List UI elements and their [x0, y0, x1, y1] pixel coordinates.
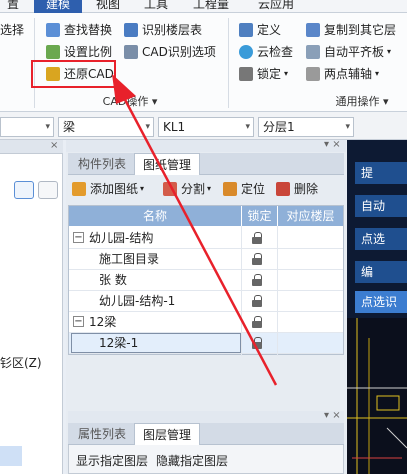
- tab-component-list[interactable]: 构件列表: [70, 153, 134, 175]
- menu-item-quantity[interactable]: 工程量: [186, 0, 236, 13]
- row-label: 张 数: [99, 273, 127, 287]
- menu-item-tools[interactable]: 工具: [138, 0, 174, 13]
- panel-top-bar: [66, 140, 346, 152]
- selection-outline: [71, 333, 241, 353]
- row-label: 12梁-1: [99, 336, 139, 350]
- cad-identify-options-button[interactable]: CAD识别选项: [124, 42, 216, 62]
- menu-item-view[interactable]: 视图: [88, 0, 128, 13]
- properties-panel-top-bar: [68, 411, 344, 423]
- column-header-lock[interactable]: 锁定: [241, 206, 277, 226]
- set-scale-button[interactable]: 设置比例: [46, 42, 112, 62]
- hide-layer-option[interactable]: 隐藏指定图层: [156, 452, 228, 469]
- copy-to-other-layer-button[interactable]: 复制到其它层: [306, 20, 396, 40]
- collapse-toggle[interactable]: −: [73, 232, 84, 243]
- cad-operations-group-label: CAD操作 ▾: [102, 95, 158, 108]
- menu-item-settings[interactable]: 置: [0, 0, 26, 13]
- scale-icon: [46, 45, 60, 59]
- component-name-combo[interactable]: KL1 ▾: [158, 117, 254, 137]
- pin-icon[interactable]: ▾ ×: [324, 139, 341, 150]
- detail-view-icon[interactable]: [38, 181, 58, 199]
- layer-combo[interactable]: 分层1 ▾: [258, 117, 354, 137]
- close-icon[interactable]: ×: [50, 140, 58, 151]
- split-button[interactable]: 分割 ▾: [163, 179, 211, 199]
- tab-drawing-management[interactable]: 图纸管理: [134, 153, 201, 175]
- define-button[interactable]: 定义: [239, 20, 281, 40]
- tab-property-list[interactable]: 属性列表: [70, 423, 134, 445]
- lock-icon[interactable]: [252, 337, 262, 349]
- right-tool-button[interactable]: 编: [355, 261, 407, 283]
- right-tool-button[interactable]: 点选: [355, 228, 407, 250]
- find-replace-button[interactable]: 查找替换: [46, 20, 112, 40]
- add-drawing-button[interactable]: 添加图纸 ▾: [72, 179, 144, 199]
- lock-icon[interactable]: [252, 295, 262, 307]
- lock-icon[interactable]: [252, 253, 262, 265]
- align-slab-icon: [306, 45, 320, 59]
- column-divider: [277, 226, 278, 356]
- options-icon: [124, 45, 138, 59]
- row-label: 幼儿园-结构-1: [99, 294, 176, 308]
- right-tool-button[interactable]: 点选识: [355, 291, 407, 313]
- left-pane-item[interactable]: 钐区(Z): [0, 354, 42, 371]
- right-tool-button[interactable]: 自动: [355, 195, 407, 217]
- pin-icon[interactable]: ▾ ×: [324, 410, 341, 421]
- table-row-selected[interactable]: 12梁-1: [69, 333, 343, 354]
- component-type-combo[interactable]: 梁 ▾: [58, 117, 154, 137]
- column-header-floor[interactable]: 对应楼层: [277, 206, 343, 226]
- table-row[interactable]: 施工图目录: [69, 249, 343, 270]
- highlight-box: [31, 60, 116, 88]
- right-tool-button[interactable]: 提: [355, 162, 407, 184]
- menu-item-modeling[interactable]: 建模: [34, 0, 82, 13]
- copy-icon: [306, 23, 320, 37]
- lock-icon[interactable]: [252, 316, 262, 328]
- column-header-name[interactable]: 名称: [69, 206, 241, 226]
- left-pane-selected-strip: [0, 446, 22, 466]
- floor-combo[interactable]: ▾: [0, 117, 54, 137]
- floor-table-icon: [124, 23, 138, 37]
- show-layer-option[interactable]: 显示指定图层: [76, 452, 148, 469]
- ribbon-divider: [228, 18, 229, 108]
- select-button[interactable]: 选择: [0, 20, 24, 40]
- list-view-icon[interactable]: [14, 181, 34, 199]
- collapse-toggle[interactable]: −: [73, 316, 84, 327]
- identify-floor-table-button[interactable]: 识别楼层表: [124, 20, 202, 40]
- cad-canvas-preview: [347, 318, 407, 474]
- delete-button[interactable]: 删除: [276, 179, 318, 199]
- cloud-check-button[interactable]: 云检查: [239, 42, 293, 62]
- lock-button[interactable]: 锁定 ▾: [239, 64, 288, 84]
- table-row[interactable]: − 12梁: [69, 312, 343, 333]
- table-row[interactable]: 幼儿园-结构-1: [69, 291, 343, 312]
- two-point-axis-button[interactable]: 两点辅轴 ▾: [306, 64, 379, 84]
- locate-icon: [223, 182, 237, 196]
- table-row[interactable]: 张 数: [69, 270, 343, 291]
- find-replace-icon: [46, 23, 60, 37]
- lock-icon[interactable]: [252, 274, 262, 286]
- add-drawing-icon: [72, 182, 86, 196]
- row-label: 施工图目录: [99, 252, 160, 266]
- auto-align-slab-button[interactable]: 自动平齐板 ▾: [306, 42, 391, 62]
- column-divider: [241, 226, 242, 356]
- lock-icon: [239, 67, 253, 81]
- split-icon: [163, 182, 177, 196]
- row-label: 12梁: [89, 315, 117, 329]
- delete-icon: [276, 182, 290, 196]
- define-icon: [239, 23, 253, 37]
- general-operations-group-label: 通用操作 ▾: [335, 95, 389, 108]
- table-row[interactable]: − 幼儿园-结构: [69, 228, 343, 249]
- tab-layer-management[interactable]: 图层管理: [134, 423, 201, 445]
- drawing-table: 名称 锁定 对应楼层 − 幼儿园-结构 施工图目录 张 数 幼儿园-结构-1 −…: [68, 205, 344, 356]
- lock-icon[interactable]: [252, 232, 262, 244]
- cloud-check-icon: [239, 45, 253, 59]
- locate-button[interactable]: 定位: [223, 179, 265, 199]
- menu-item-cloud[interactable]: 云应用: [250, 0, 302, 13]
- axis-icon: [306, 67, 320, 81]
- row-label: 幼儿园-结构: [89, 231, 154, 245]
- table-header: 名称 锁定 对应楼层: [69, 206, 343, 226]
